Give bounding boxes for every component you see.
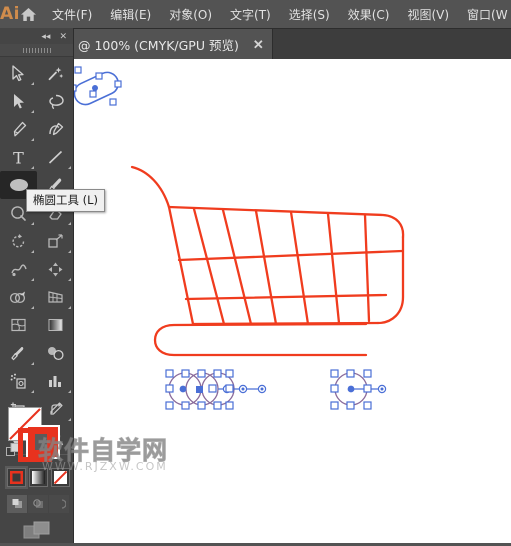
tool-corner-indicator (68, 222, 71, 225)
lasso-tool[interactable] (37, 87, 74, 115)
tool-corner-indicator (68, 306, 71, 309)
close-icon[interactable]: ✕ (253, 38, 264, 51)
menu-effect[interactable]: 效果(C) (339, 2, 399, 27)
default-fill-stroke-icon[interactable] (6, 443, 21, 463)
menu-type[interactable]: 文字(T) (221, 2, 280, 27)
fill-stroke-controls (0, 375, 74, 543)
draw-behind-button[interactable] (28, 495, 48, 513)
document-tab-title: @ 100% (CMYK/GPU 预览) (78, 38, 239, 53)
mesh-tool[interactable] (0, 311, 37, 339)
tool-corner-indicator (31, 138, 34, 141)
cart-wheel-right[interactable] (330, 369, 387, 410)
screen-mode-button[interactable] (23, 521, 51, 546)
menu-edit[interactable]: 编辑(E) (101, 2, 160, 27)
blend-tool[interactable] (37, 339, 74, 367)
document-tab[interactable]: @ 100% (CMYK/GPU 预览) ✕ (66, 29, 273, 60)
collapse-icon[interactable]: ◂◂ (41, 31, 50, 41)
curvature-tool[interactable] (37, 115, 74, 143)
tool-corner-indicator (31, 250, 34, 253)
width-tool[interactable] (0, 255, 37, 283)
none-mode-button[interactable] (51, 468, 70, 487)
draw-inside-button[interactable] (49, 495, 69, 513)
rotate-tool[interactable] (0, 227, 37, 255)
draw-normal-button[interactable] (7, 495, 27, 513)
perspective-grid-tool[interactable] (37, 283, 74, 311)
tool-tooltip: 椭圆工具 (L) (26, 189, 106, 212)
tool-corner-indicator (31, 278, 34, 281)
menu-object[interactable]: 对象(O) (160, 2, 221, 27)
shopping-cart-artwork[interactable] (66, 59, 511, 543)
tool-corner-indicator (68, 250, 71, 253)
tool-corner-indicator (31, 222, 34, 225)
color-mode-row (5, 466, 70, 489)
type-tool[interactable]: T (0, 143, 37, 171)
shape-builder-tool[interactable] (0, 283, 37, 311)
cart-wheel-group-left[interactable] (165, 369, 267, 410)
stroke-swatch[interactable] (26, 425, 60, 459)
menu-select[interactable]: 选择(S) (280, 2, 339, 27)
tools-panel-header: ◂◂ ✕ (0, 28, 73, 44)
app-logo: Ai (0, 4, 20, 24)
eyedropper-tool[interactable] (0, 339, 37, 367)
stroke-swatch-inner (28, 427, 58, 457)
document-tab-bar: @ 100% (CMYK/GPU 预览) ✕ (0, 28, 511, 60)
tool-corner-indicator (31, 362, 34, 365)
home-icon[interactable] (20, 7, 37, 22)
menu-file[interactable]: 文件(F) (43, 2, 101, 27)
pen-tool[interactable] (0, 115, 37, 143)
canvas-artboard[interactable] (66, 59, 511, 543)
gradient-tool[interactable] (37, 311, 74, 339)
line-segment-tool[interactable] (37, 143, 74, 171)
tools-panel-grip[interactable] (0, 44, 73, 57)
tool-corner-indicator (31, 82, 34, 85)
selection-tool[interactable] (0, 59, 37, 87)
magic-wand-tool[interactable] (37, 59, 74, 87)
free-transform-tool[interactable] (37, 255, 74, 283)
cart-handle-ellipse[interactable] (69, 66, 122, 108)
tool-corner-indicator (68, 166, 71, 169)
tool-corner-indicator (31, 166, 34, 169)
color-mode-button[interactable] (5, 466, 28, 489)
grip-dots-icon (22, 47, 51, 53)
tool-corner-indicator (31, 306, 34, 309)
cart-paths (130, 165, 405, 326)
close-icon[interactable]: ✕ (59, 31, 67, 41)
cart-base-frame (153, 322, 368, 357)
tool-corner-indicator (68, 278, 71, 281)
gradient-mode-button[interactable] (29, 468, 48, 487)
menu-view[interactable]: 视图(V) (398, 2, 458, 27)
tool-corner-indicator (31, 110, 34, 113)
menu-bar: Ai 文件(F) 编辑(E) 对象(O) 文字(T) 选择(S) 效果(C) 视… (0, 0, 511, 28)
svg-text:T: T (13, 149, 24, 166)
direct-selection-tool[interactable] (0, 87, 37, 115)
swap-fill-stroke-icon[interactable] (50, 403, 63, 419)
menu-window[interactable]: 窗口(W (458, 2, 511, 27)
drawing-mode-row (7, 495, 69, 513)
scale-tool[interactable] (37, 227, 74, 255)
